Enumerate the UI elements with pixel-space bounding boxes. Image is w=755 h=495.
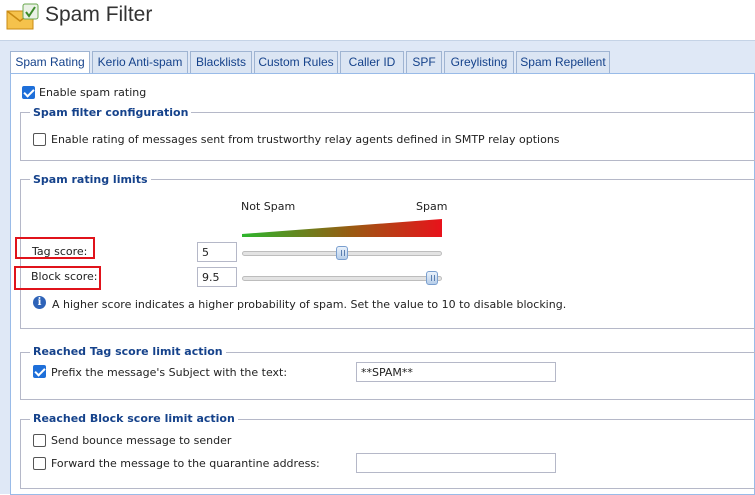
spam-filter-configuration-legend: Spam filter configuration xyxy=(30,106,192,119)
forward-quarantine-checkbox[interactable] xyxy=(33,457,46,470)
page-title: Spam Filter xyxy=(45,3,153,26)
prefix-subject-checkbox[interactable] xyxy=(33,365,46,378)
block-score-slider-thumb[interactable] xyxy=(426,271,438,285)
tab-greylisting[interactable]: Greylisting xyxy=(444,51,514,73)
prefix-subject-input[interactable]: **SPAM** xyxy=(356,362,556,382)
forward-quarantine-label: Forward the message to the quarantine ad… xyxy=(51,457,320,470)
scale-spam-label: Spam xyxy=(416,200,448,213)
info-icon: i xyxy=(33,296,46,309)
tag-score-input[interactable]: 5 xyxy=(197,242,237,262)
tag-score-label: Tag score: xyxy=(32,245,88,258)
spam-rating-limits-legend: Spam rating limits xyxy=(30,173,151,186)
block-score-input[interactable]: 9.5 xyxy=(197,267,237,287)
scale-not-spam-label: Not Spam xyxy=(241,200,296,213)
tab-kerio-anti-spam[interactable]: Kerio Anti-spam xyxy=(92,51,188,73)
spam-gradient-wedge xyxy=(242,219,442,237)
enable-spam-rating-label: Enable spam rating xyxy=(39,86,147,99)
quarantine-address-input[interactable] xyxy=(356,453,556,473)
envelope-filter-icon xyxy=(6,3,39,30)
tab-custom-rules[interactable]: Custom Rules xyxy=(254,51,338,73)
tab-panel-container: Spam Rating Kerio Anti-spam Blacklists C… xyxy=(0,40,755,495)
relay-agents-checkbox[interactable] xyxy=(33,133,46,146)
tab-spam-repellent[interactable]: Spam Repellent xyxy=(516,51,610,73)
tag-score-slider-thumb[interactable] xyxy=(336,246,348,260)
block-score-slider-track[interactable] xyxy=(242,276,442,281)
tab-caller-id[interactable]: Caller ID xyxy=(340,51,404,73)
send-bounce-label: Send bounce message to sender xyxy=(51,434,232,447)
title-bar: Spam Filter xyxy=(0,0,755,40)
relay-agents-label: Enable rating of messages sent from trus… xyxy=(51,133,560,146)
send-bounce-checkbox[interactable] xyxy=(33,434,46,447)
block-action-legend: Reached Block score limit action xyxy=(30,412,238,425)
tab-spam-rating[interactable]: Spam Rating xyxy=(10,51,90,74)
spam-rating-panel: Enable spam rating Spam filter configura… xyxy=(10,73,755,495)
tag-action-legend: Reached Tag score limit action xyxy=(30,345,226,358)
tab-blacklists[interactable]: Blacklists xyxy=(190,51,252,73)
score-info-text: A higher score indicates a higher probab… xyxy=(52,298,567,311)
enable-spam-rating-checkbox[interactable] xyxy=(22,86,35,99)
block-score-label: Block score: xyxy=(31,270,98,283)
tab-spf[interactable]: SPF xyxy=(406,51,442,73)
prefix-subject-label: Prefix the message's Subject with the te… xyxy=(51,366,288,379)
